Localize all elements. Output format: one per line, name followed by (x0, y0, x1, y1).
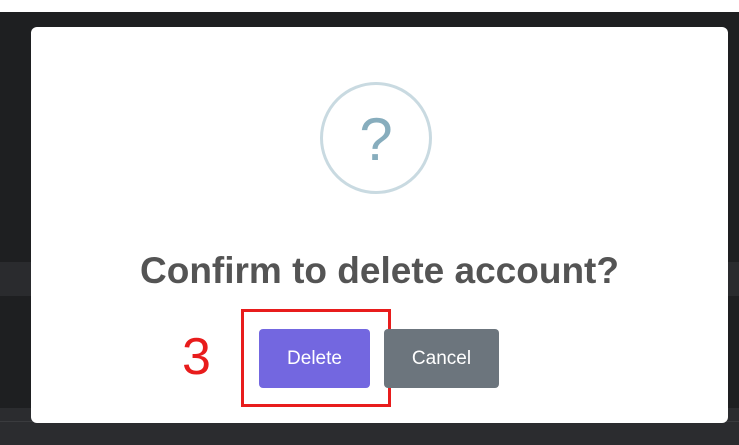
confirm-dialog: ? Confirm to delete account? 3 Delete Ca… (31, 27, 728, 423)
cancel-button[interactable]: Cancel (384, 329, 499, 388)
annotation-step-number: 3 (182, 328, 211, 386)
question-mark-icon: ? (320, 82, 432, 194)
delete-button[interactable]: Delete (259, 329, 370, 388)
background-top-strip (0, 0, 739, 12)
dialog-title: Confirm to delete account? (140, 250, 619, 291)
question-mark-glyph: ? (359, 106, 393, 173)
